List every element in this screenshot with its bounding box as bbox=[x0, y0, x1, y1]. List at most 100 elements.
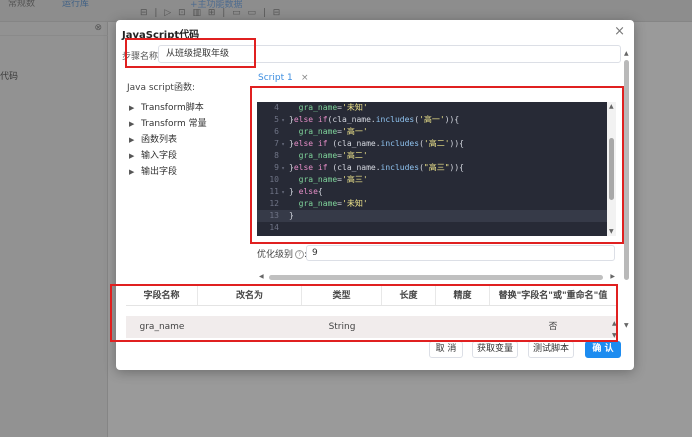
code-text: gra_name='未知' bbox=[287, 198, 368, 210]
table-cell[interactable] bbox=[198, 316, 302, 338]
code-editor[interactable]: 4 gra_name='未知' 5 ▾}else if(cla_name.inclu… bbox=[257, 102, 607, 236]
background-sidebar: ⊗ 代码 bbox=[0, 22, 108, 437]
code-token: includes bbox=[380, 139, 420, 148]
code-text: }else if (cla_name.includes('高二')){ bbox=[287, 138, 464, 150]
optimization-level-label: 优化级别?: bbox=[257, 250, 308, 260]
close-icon[interactable]: × bbox=[301, 73, 309, 83]
tab-script-1[interactable]: Script 1 bbox=[258, 73, 293, 83]
scroll-up-icon[interactable]: ▲ bbox=[624, 50, 629, 57]
table-row[interactable]: gra_name String 否 bbox=[126, 316, 616, 338]
test-script-button[interactable]: 测试脚本 bbox=[528, 341, 574, 358]
scroll-up-icon[interactable]: ▲ bbox=[612, 320, 617, 327]
column-header: 精度 bbox=[436, 286, 490, 305]
code-token: gra_name bbox=[298, 199, 338, 208]
tree-item-input-fields[interactable]: ▶ 输入字段 bbox=[129, 148, 234, 164]
table-cell[interactable] bbox=[436, 316, 490, 338]
code-token: (cla_name. bbox=[327, 115, 376, 124]
code-line[interactable]: 7 ▾}else if (cla_name.includes('高二')){ bbox=[257, 138, 607, 150]
code-line[interactable]: 4 gra_name='未知' bbox=[257, 102, 607, 114]
caret-right-icon: ▶ bbox=[129, 120, 135, 128]
code-line[interactable]: 11 ▾} else{ bbox=[257, 186, 607, 198]
code-token: } bbox=[289, 211, 294, 220]
scroll-left-icon[interactable]: ◀ bbox=[259, 273, 264, 280]
horizontal-scrollbar[interactable]: ◀ ▶ bbox=[257, 273, 617, 281]
cancel-button[interactable]: 取 消 bbox=[429, 341, 463, 358]
code-text: gra_name='未知' bbox=[287, 102, 368, 114]
code-token: gra_name bbox=[298, 151, 338, 160]
code-token: (cla_name. bbox=[327, 139, 381, 148]
tree-item-label: 输出字段 bbox=[141, 167, 178, 177]
confirm-button[interactable]: 确 认 bbox=[585, 341, 621, 358]
code-token: '高二' bbox=[342, 151, 368, 160]
tree-item-label: Transform 常量 bbox=[141, 119, 207, 129]
background-sidebar-label: 代码 bbox=[0, 72, 19, 82]
line-number: 13 bbox=[269, 211, 279, 220]
code-line[interactable]: 12 gra_name='未知' bbox=[257, 198, 607, 210]
code-token: '高二' bbox=[423, 139, 450, 148]
code-line[interactable]: 10 gra_name='高三' bbox=[257, 174, 607, 186]
tree-item-output-fields[interactable]: ▶ 输出字段 bbox=[129, 164, 234, 180]
code-token: "高三" bbox=[423, 163, 450, 172]
scroll-up-icon[interactable]: ▲ bbox=[609, 103, 614, 110]
column-header: 字段名称 bbox=[126, 286, 198, 305]
optimization-level-input[interactable]: 9 bbox=[306, 245, 615, 261]
table-cell[interactable]: gra_name bbox=[126, 316, 198, 338]
help-icon[interactable]: ? bbox=[295, 250, 305, 259]
optimization-level-text: 优化级别 bbox=[257, 250, 294, 260]
code-token: '高一' bbox=[342, 127, 368, 136]
tree-item-transform-constants[interactable]: ▶ Transform 常量 bbox=[129, 116, 234, 132]
step-name-label: 步骤名称: bbox=[122, 52, 162, 62]
background-tab: 运行库 bbox=[62, 0, 90, 9]
code-line[interactable]: 5 ▾}else if(cla_name.includes('高一')){ bbox=[257, 114, 607, 126]
code-line[interactable]: 13} bbox=[257, 210, 607, 222]
line-number: 4 bbox=[274, 103, 279, 112]
get-variables-button[interactable]: 获取变量 bbox=[472, 341, 518, 358]
table-cell[interactable]: String bbox=[302, 316, 382, 338]
tree-item-function-list[interactable]: ▶ 函数列表 bbox=[129, 132, 234, 148]
code-token: '高一' bbox=[419, 115, 445, 124]
code-line[interactable]: 9 ▾}else if (cla_name.includes("高三")){ bbox=[257, 162, 607, 174]
background-tab: 常规数 bbox=[8, 0, 36, 9]
code-text: }else if (cla_name.includes("高三")){ bbox=[287, 162, 464, 174]
column-header: 替换"字段名"或"重命名"值 bbox=[498, 291, 608, 301]
line-number: 7 bbox=[274, 139, 279, 148]
editor-vertical-scrollbar[interactable]: ▲ ▼ bbox=[607, 102, 616, 236]
table-header: 字段名称 改名为 类型 长度 精度 替换"字段名"或"重命名"值 bbox=[126, 286, 616, 306]
code-text: } bbox=[287, 210, 294, 222]
table-cell[interactable] bbox=[382, 316, 436, 338]
code-text: gra_name='高二' bbox=[287, 150, 368, 162]
scroll-down-icon[interactable]: ▼ bbox=[624, 322, 629, 329]
code-token: )){ bbox=[444, 115, 460, 124]
table-scrollbar[interactable]: ▲ ▼ bbox=[612, 320, 620, 342]
tree-item-label: 函数列表 bbox=[141, 135, 178, 145]
code-line[interactable]: 14 bbox=[257, 222, 607, 234]
close-icon[interactable]: × bbox=[614, 24, 625, 39]
scrollbar-thumb[interactable] bbox=[624, 60, 629, 280]
table-cell[interactable]: 否 bbox=[490, 316, 616, 338]
code-text: }else if(cla_name.includes('高一')){ bbox=[287, 114, 459, 126]
scroll-down-icon[interactable]: ▼ bbox=[609, 228, 614, 235]
fields-table: 字段名称 改名为 类型 长度 精度 替换"字段名"或"重命名"值 gra_nam… bbox=[126, 286, 617, 339]
scrollbar-thumb[interactable] bbox=[609, 138, 614, 200]
code-line[interactable]: 8 gra_name='高二' bbox=[257, 150, 607, 162]
dialog-vertical-scrollbar[interactable]: ▲ ▼ bbox=[622, 50, 632, 329]
code-text: gra_name='高一' bbox=[287, 126, 368, 138]
code-line[interactable]: 6 gra_name='高一' bbox=[257, 126, 607, 138]
js-functions-tree: ▶ Transform脚本 ▶ Transform 常量 ▶ 函数列表 ▶ 输入字段 ▶… bbox=[129, 100, 234, 180]
code-text: } else{ bbox=[287, 186, 323, 198]
line-number: 5 bbox=[274, 115, 279, 124]
background-topbar: 常规数 运行库 +主功能数据 ⊟ | ▷ ⊡ ▥ ⊞ | ▭ ▭ | ⊟ bbox=[0, 0, 692, 22]
step-name-input[interactable]: 从班级提取年级 bbox=[158, 45, 621, 63]
code-token: gra_name bbox=[298, 127, 338, 136]
scroll-down-icon[interactable]: ▼ bbox=[612, 332, 617, 339]
dialog-title: JavaScript代码 bbox=[122, 30, 200, 41]
tree-item-label: Transform脚本 bbox=[141, 103, 204, 113]
close-icon: ⊗ bbox=[94, 23, 102, 33]
column-header: 类型 bbox=[302, 286, 382, 305]
line-number: 6 bbox=[274, 127, 279, 136]
tree-item-transform-script[interactable]: ▶ Transform脚本 bbox=[129, 100, 234, 116]
scrollbar-thumb[interactable] bbox=[269, 275, 603, 280]
scroll-right-icon[interactable]: ▶ bbox=[610, 273, 615, 280]
